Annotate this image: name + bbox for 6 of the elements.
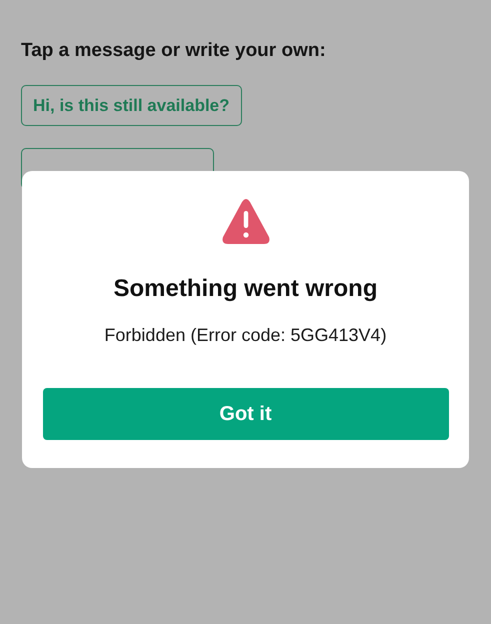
warning-icon (220, 197, 270, 247)
error-message: Forbidden (Error code: 5GG413V4) (104, 325, 387, 346)
dialog-title: Something went wrong (114, 275, 378, 303)
prompt-text: Tap a message or write your own: (21, 40, 326, 62)
got-it-button[interactable]: Got it (42, 388, 448, 440)
quick-reply-button[interactable]: Hi, is this still available? (21, 85, 242, 126)
